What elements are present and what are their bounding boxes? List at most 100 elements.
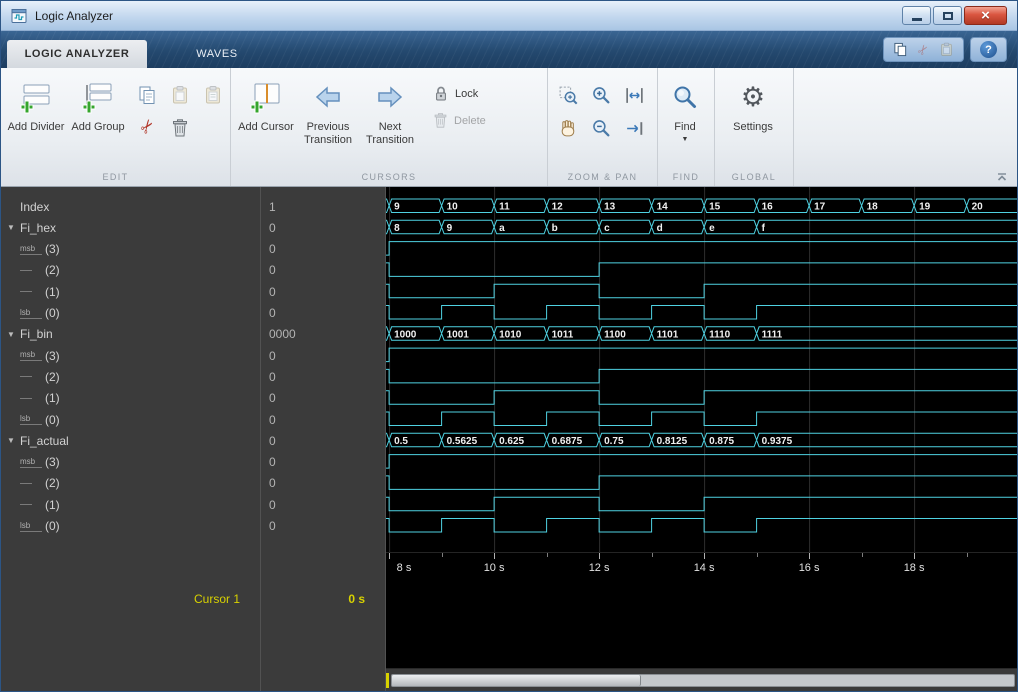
axis-tick-label: 16 s — [789, 562, 829, 574]
find-button[interactable]: Find ▼ — [659, 71, 711, 143]
channel-name-row[interactable]: (1) — [1, 281, 260, 302]
minimize-button[interactable] — [902, 6, 931, 25]
bus-value-label: 0.8125 — [657, 436, 688, 447]
copy-button[interactable] — [135, 83, 159, 107]
add-group-icon — [81, 77, 115, 117]
bus-value-label: c — [604, 223, 610, 234]
tree-line — [20, 483, 45, 484]
channel-value: 0 — [261, 260, 385, 281]
cursor-label[interactable]: Cursor 1 — [194, 592, 240, 606]
paste-special-button — [201, 83, 225, 107]
channel-name-row[interactable]: lsb(0) — [1, 303, 260, 324]
next-transition-button[interactable]: Next Transition — [359, 71, 421, 147]
channel-name-row[interactable]: (2) — [1, 260, 260, 281]
channel-name: (3) — [45, 349, 60, 363]
zoom-out-button[interactable] — [589, 116, 613, 140]
close-button[interactable]: × — [964, 6, 1007, 25]
channel-name-row[interactable]: msb(3) — [1, 345, 260, 366]
pan-button[interactable] — [556, 116, 580, 140]
waveform-panel[interactable]: 9101112131415161718192089abcdef100010011… — [386, 187, 1018, 691]
next-transition-icon — [376, 77, 404, 117]
fit-to-view-button[interactable] — [622, 83, 646, 107]
cut-button[interactable]: ✂ — [135, 116, 159, 140]
zoom-to-cursor-button[interactable] — [622, 116, 646, 140]
bit-waveform — [386, 455, 1018, 469]
previous-transition-button[interactable]: Previous Transition — [297, 71, 359, 147]
channel-value: 0 — [261, 473, 385, 494]
axis-tick-label: 10 s — [474, 562, 514, 574]
section-zoom-pan: ZOOM & PAN — [548, 68, 658, 186]
settings-button[interactable]: ⚙ Settings — [722, 71, 784, 134]
lock-cursor-button[interactable]: Lock — [433, 85, 486, 102]
maximize-icon — [943, 12, 953, 20]
channel-name-row[interactable]: (1) — [1, 494, 260, 515]
channel-name: (3) — [45, 455, 60, 469]
bus-waveform — [386, 327, 1018, 341]
cursor-position-marker[interactable] — [386, 673, 389, 688]
channel-values-panel: 0 s 1000000000000000000 — [261, 187, 386, 691]
titlebar[interactable]: Logic Analyzer × — [1, 1, 1017, 31]
expander-icon[interactable]: ▼ — [7, 223, 20, 232]
bit-waveform — [386, 519, 1018, 533]
bit-waveform — [386, 391, 1018, 405]
paste-button — [168, 83, 192, 107]
cursor-lane — [386, 584, 1018, 668]
channel-name-row[interactable]: (1) — [1, 388, 260, 409]
collapse-toolstrip-button[interactable] — [996, 171, 1008, 182]
add-cursor-button[interactable]: Add Cursor — [235, 71, 297, 134]
find-icon — [672, 77, 698, 117]
tree-line — [20, 291, 45, 292]
channel-name-row[interactable]: ▼Fi_actual — [1, 430, 260, 451]
zoom-in-region-button[interactable] — [556, 83, 580, 107]
channel-value: 0 — [261, 494, 385, 515]
cursor-time-value: 0 s — [348, 592, 365, 606]
bus-value-label: f — [762, 223, 766, 234]
channel-value: 0 — [261, 217, 385, 238]
expander-icon[interactable]: ▼ — [7, 330, 20, 339]
channel-names-panel[interactable]: Cursor 1 Index▼Fi_hexmsb(3)(2)(1)lsb(0)▼… — [1, 187, 261, 691]
maximize-button[interactable] — [933, 6, 962, 25]
axis-major-tick — [704, 553, 705, 559]
delete-button[interactable] — [168, 116, 192, 140]
add-group-button[interactable]: Add Group — [67, 71, 129, 134]
axis-tick-label: 14 s — [684, 562, 724, 574]
waveform-canvas[interactable]: 9101112131415161718192089abcdef100010011… — [386, 187, 1018, 552]
scrollbar-row — [386, 668, 1018, 691]
bus-value-label: 1101 — [657, 329, 679, 340]
zoom-in-button[interactable] — [589, 83, 613, 107]
bus-value-label: 1001 — [447, 329, 470, 340]
tree-line — [20, 376, 45, 377]
channel-name-row[interactable]: Index — [1, 196, 260, 217]
toolstrip: Add Divider Add Group — [1, 68, 1017, 187]
channel-name-row[interactable]: msb(3) — [1, 239, 260, 260]
channel-name: Fi_actual — [20, 434, 69, 448]
help-button[interactable]: ? — [980, 41, 997, 58]
bit-waveform — [386, 242, 1018, 256]
axis-tick-label: 18 s — [894, 562, 934, 574]
lock-icon — [433, 85, 449, 102]
channel-name-row[interactable]: (2) — [1, 473, 260, 494]
channel-name: (3) — [45, 242, 60, 256]
bit-msb-tag: msb — [20, 350, 42, 361]
tab-waves[interactable]: WAVES — [147, 40, 287, 68]
channel-name-row[interactable]: lsb(0) — [1, 516, 260, 537]
channel-name-row[interactable]: lsb(0) — [1, 409, 260, 430]
channel-name-row[interactable]: ▼Fi_bin — [1, 324, 260, 345]
qat-copy-icon[interactable] — [893, 42, 908, 57]
add-divider-button[interactable]: Add Divider — [5, 71, 67, 134]
next-transition-label: Next Transition — [359, 121, 421, 147]
channel-name-row[interactable]: (2) — [1, 366, 260, 387]
expander-icon[interactable]: ▼ — [7, 436, 20, 445]
channel-value: 0000 — [261, 324, 385, 345]
bit-waveform — [386, 412, 1018, 426]
scrollbar-thumb[interactable] — [392, 675, 641, 686]
tab-logic-analyzer[interactable]: LOGIC ANALYZER — [7, 40, 147, 68]
channel-value: 0 — [261, 239, 385, 260]
channel-value: 0 — [261, 345, 385, 366]
bus-value-label: 10 — [447, 202, 459, 213]
section-edit-label: EDIT — [1, 169, 230, 186]
horizontal-scrollbar[interactable] — [391, 674, 1015, 687]
channel-name-row[interactable]: ▼Fi_hex — [1, 217, 260, 238]
channel-name-row[interactable]: msb(3) — [1, 452, 260, 473]
bus-value-label: 0.9375 — [762, 436, 793, 447]
